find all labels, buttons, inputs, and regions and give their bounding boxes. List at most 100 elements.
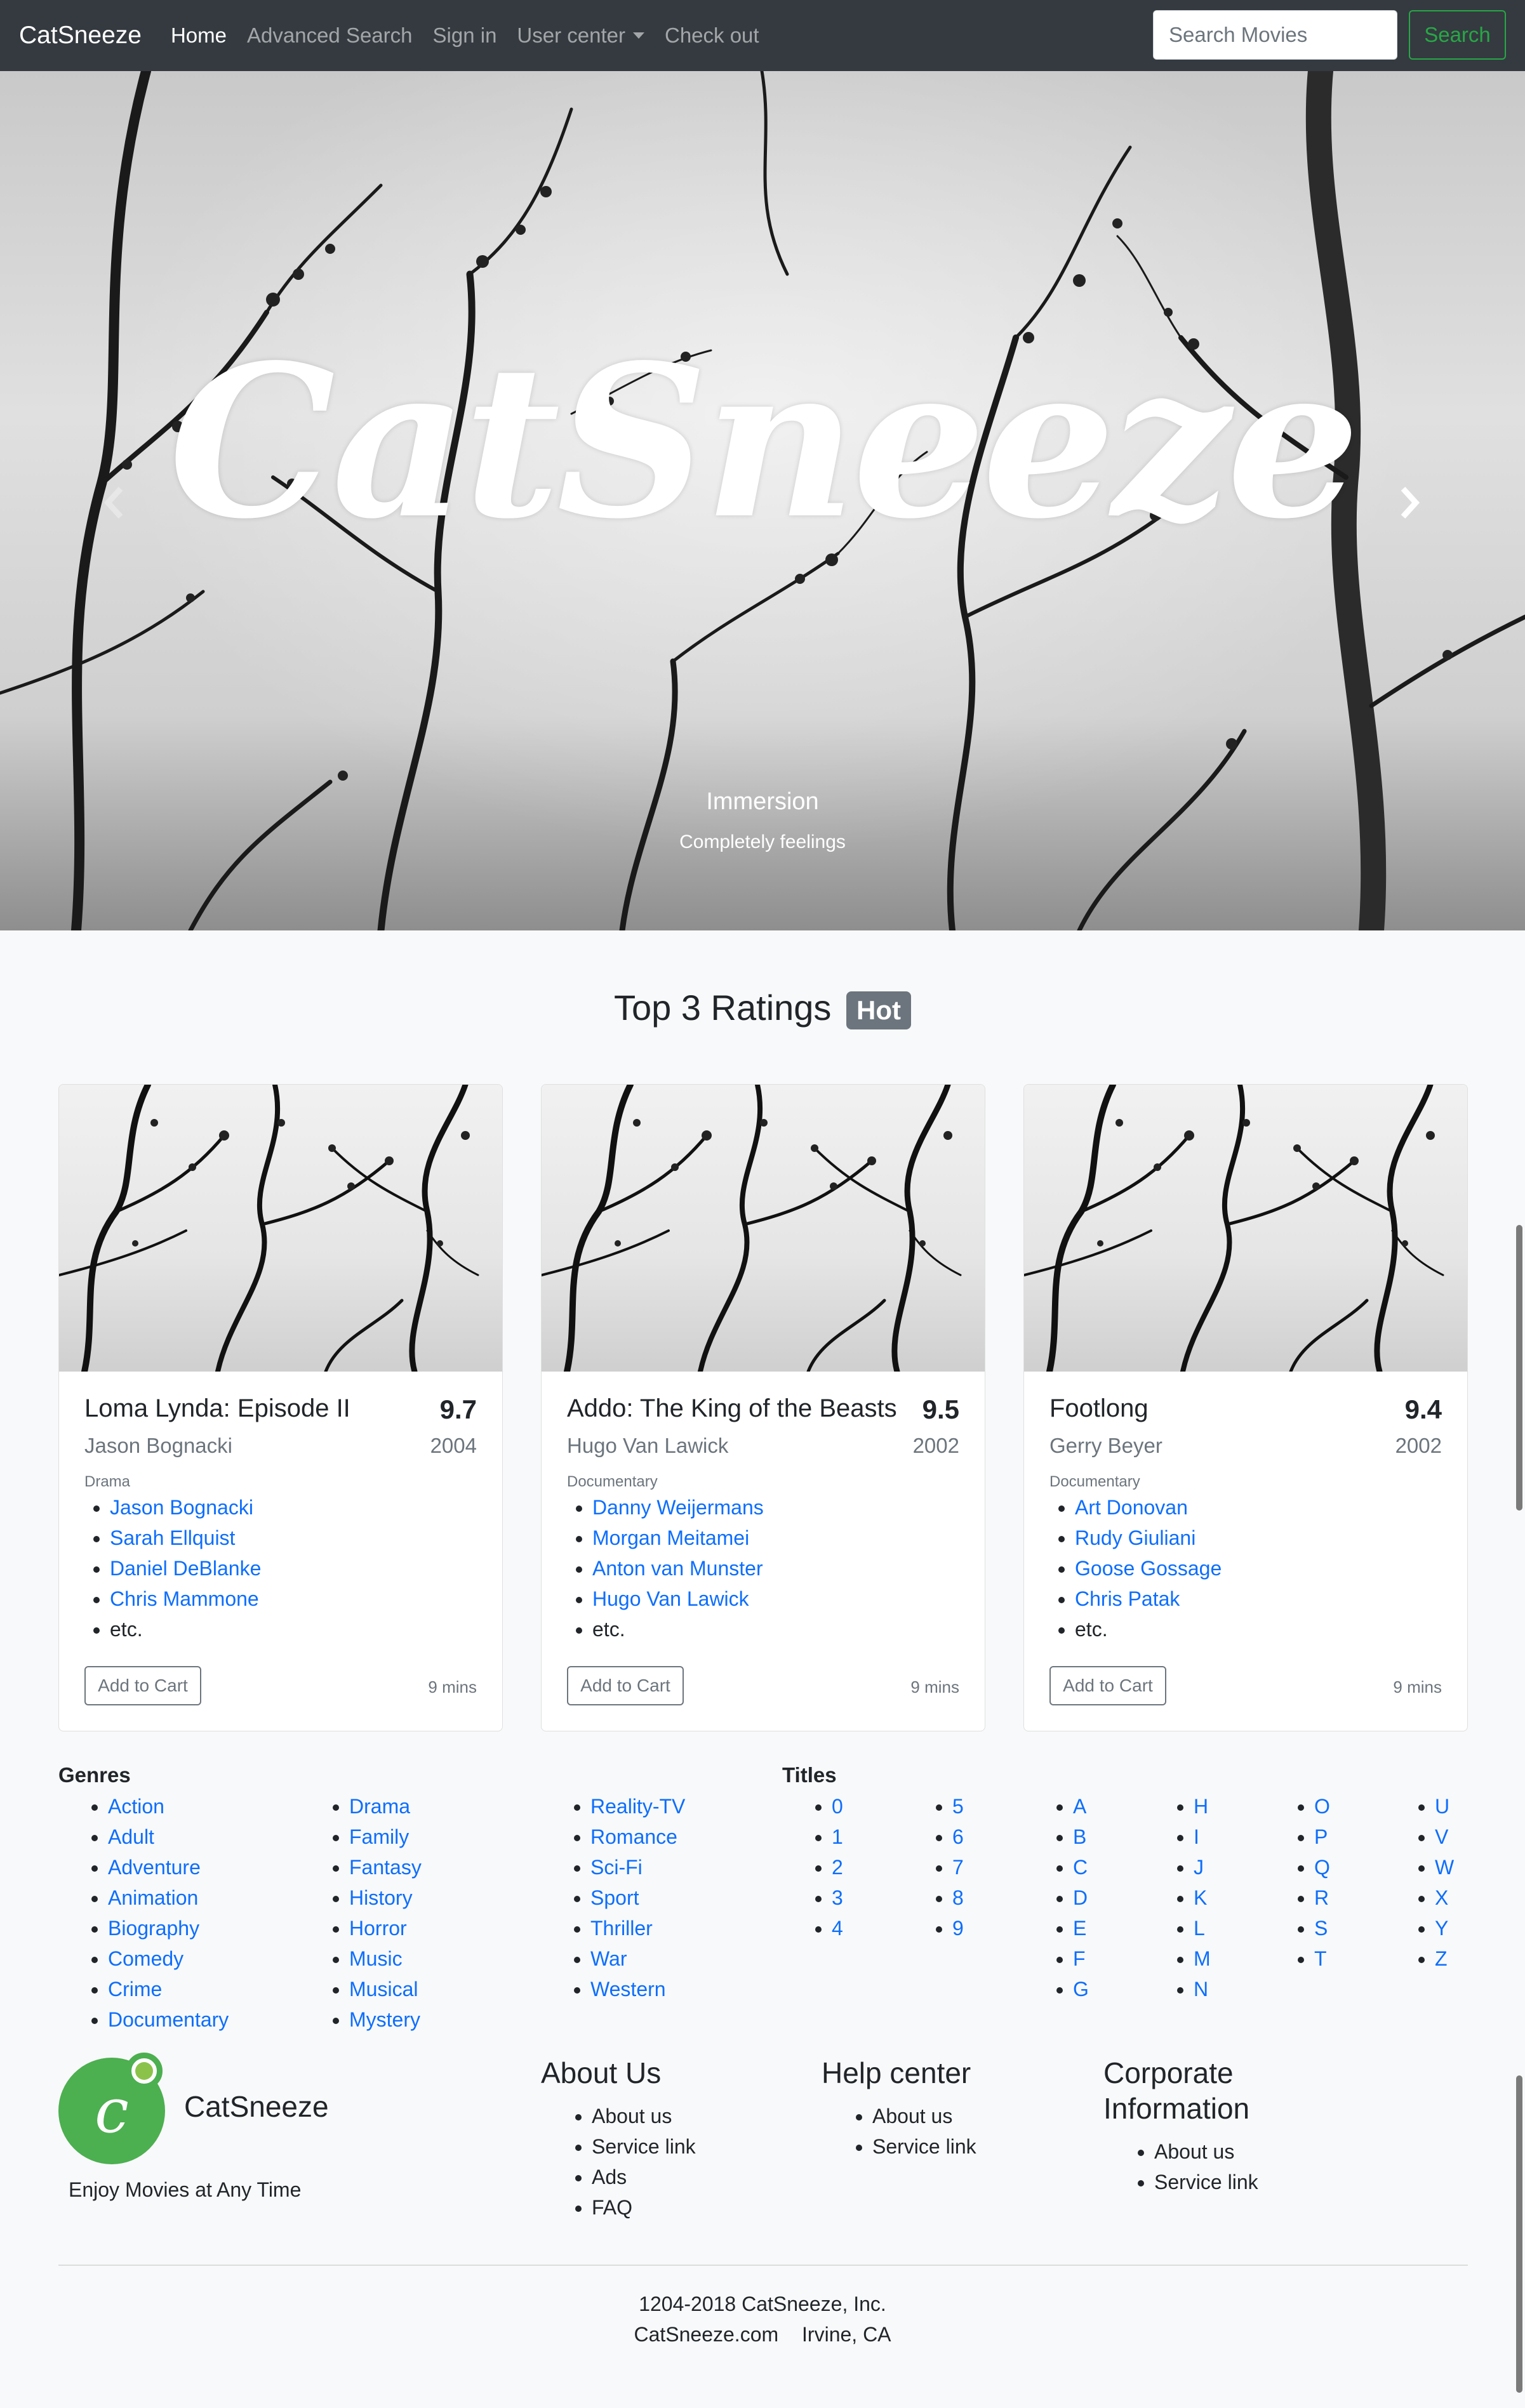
movie-title[interactable]: Addo: The King of the Beasts: [567, 1394, 897, 1423]
title-index-link[interactable]: N: [1194, 1978, 1208, 2001]
movie-title[interactable]: Footlong: [1049, 1394, 1149, 1423]
genre-link[interactable]: Reality-TV: [590, 1795, 685, 1818]
genre-link[interactable]: History: [349, 1886, 413, 1909]
title-index-link[interactable]: J: [1194, 1856, 1204, 1879]
title-index-link[interactable]: 2: [832, 1856, 843, 1879]
title-index-link[interactable]: 0: [832, 1795, 843, 1818]
navbar-brand[interactable]: CatSneeze: [19, 22, 142, 50]
star-link[interactable]: Rudy Giuliani: [1075, 1526, 1195, 1549]
genre-link[interactable]: Family: [349, 1825, 409, 1848]
genre-link[interactable]: Mystery: [349, 2008, 420, 2031]
genre-link[interactable]: Adventure: [108, 1856, 201, 1879]
star-link[interactable]: Chris Mammone: [110, 1587, 259, 1610]
genre-link[interactable]: Action: [108, 1795, 164, 1818]
carousel-prev-button[interactable]: [95, 477, 133, 528]
scrollbar-thumb[interactable]: [1516, 1225, 1522, 1511]
title-index-link[interactable]: 5: [952, 1795, 964, 1818]
title-index-link[interactable]: 9: [952, 1917, 964, 1940]
footer-link[interactable]: About us: [1154, 2136, 1258, 2167]
star-link[interactable]: Danny Weijermans: [592, 1496, 764, 1519]
title-index-link[interactable]: W: [1435, 1856, 1454, 1879]
title-index-link[interactable]: G: [1073, 1978, 1089, 2001]
title-index-link[interactable]: X: [1435, 1886, 1448, 1909]
genre-link[interactable]: Thriller: [590, 1917, 653, 1940]
title-index-link[interactable]: C: [1073, 1856, 1088, 1879]
add-to-cart-button[interactable]: Add to Cart: [84, 1666, 201, 1705]
genre-link[interactable]: Music: [349, 1947, 403, 1970]
footer-link[interactable]: About us: [592, 2101, 696, 2131]
title-index-link[interactable]: E: [1073, 1917, 1086, 1940]
star-link[interactable]: Goose Gossage: [1075, 1557, 1222, 1580]
star-link[interactable]: Daniel DeBlanke: [110, 1557, 261, 1580]
genre-link[interactable]: Documentary: [108, 2008, 229, 2031]
genre-link[interactable]: Horror: [349, 1917, 407, 1940]
star-link[interactable]: Morgan Meitamei: [592, 1526, 749, 1549]
add-to-cart-button[interactable]: Add to Cart: [567, 1666, 684, 1705]
search-button[interactable]: Search: [1409, 10, 1506, 60]
title-index-link[interactable]: L: [1194, 1917, 1205, 1940]
genre-link[interactable]: Fantasy: [349, 1856, 422, 1879]
star-link[interactable]: Hugo Van Lawick: [592, 1587, 749, 1610]
title-index-link[interactable]: R: [1314, 1886, 1329, 1909]
title-index-link[interactable]: I: [1194, 1825, 1199, 1848]
title-index-link[interactable]: Z: [1435, 1947, 1448, 1970]
title-index-link[interactable]: 4: [832, 1917, 843, 1940]
title-index-link[interactable]: O: [1314, 1795, 1330, 1818]
footer-link[interactable]: Service link: [592, 2131, 696, 2162]
title-index-link[interactable]: U: [1435, 1795, 1449, 1818]
title-index-link[interactable]: 1: [832, 1825, 843, 1848]
footer-link[interactable]: Service link: [872, 2131, 976, 2162]
title-index-link[interactable]: D: [1073, 1886, 1088, 1909]
title-index-link[interactable]: T: [1314, 1947, 1327, 1970]
list-item: Chris Patak: [1075, 1584, 1222, 1614]
star-link[interactable]: Chris Patak: [1075, 1587, 1180, 1610]
title-index-link[interactable]: P: [1314, 1825, 1328, 1848]
footer-link[interactable]: About us: [872, 2101, 976, 2131]
title-index-link[interactable]: B: [1073, 1825, 1086, 1848]
genre-link[interactable]: Musical: [349, 1978, 418, 2001]
scrollbar-thumb[interactable]: [1516, 2075, 1522, 2393]
add-to-cart-button[interactable]: Add to Cart: [1049, 1666, 1166, 1705]
list-item: Z: [1435, 1943, 1454, 1974]
star-link[interactable]: Jason Bognacki: [110, 1496, 253, 1519]
star-link[interactable]: Anton van Munster: [592, 1557, 763, 1580]
title-index-link[interactable]: 3: [832, 1886, 843, 1909]
genre-link[interactable]: Comedy: [108, 1947, 183, 1970]
footer-link[interactable]: FAQ: [592, 2192, 696, 2223]
nav-home[interactable]: Home: [171, 23, 227, 48]
search-input[interactable]: [1153, 10, 1397, 60]
star-link[interactable]: Sarah Ellquist: [110, 1526, 235, 1549]
title-index-link[interactable]: 8: [952, 1886, 964, 1909]
title-index-link[interactable]: 7: [952, 1856, 964, 1879]
genre-link[interactable]: Adult: [108, 1825, 154, 1848]
movie-title[interactable]: Loma Lynda: Episode II: [84, 1394, 350, 1423]
nav-check-out[interactable]: Check out: [665, 23, 759, 48]
genre-link[interactable]: Animation: [108, 1886, 198, 1909]
title-index-link[interactable]: V: [1435, 1825, 1448, 1848]
footer-link[interactable]: Ads: [592, 2162, 696, 2192]
genre-link[interactable]: Sci-Fi: [590, 1856, 643, 1879]
genre-link[interactable]: Western: [590, 1978, 666, 2001]
genre-link[interactable]: War: [590, 1947, 627, 1970]
nav-sign-in[interactable]: Sign in: [433, 23, 497, 48]
star-link[interactable]: Art Donovan: [1075, 1496, 1188, 1519]
genre-link[interactable]: Drama: [349, 1795, 410, 1818]
title-index-link[interactable]: A: [1073, 1795, 1086, 1818]
title-index-link[interactable]: S: [1314, 1917, 1328, 1940]
title-index-link[interactable]: 6: [952, 1825, 964, 1848]
genre-link[interactable]: Crime: [108, 1978, 162, 2001]
nav-user-center[interactable]: User center: [517, 23, 644, 48]
genre-link[interactable]: Sport: [590, 1886, 639, 1909]
carousel-next-button[interactable]: [1390, 477, 1428, 528]
title-index-link[interactable]: K: [1194, 1886, 1207, 1909]
title-index-link[interactable]: F: [1073, 1947, 1086, 1970]
title-index-link[interactable]: H: [1194, 1795, 1208, 1818]
genre-link[interactable]: Biography: [108, 1917, 199, 1940]
title-index-link[interactable]: Y: [1435, 1917, 1448, 1940]
footer-link[interactable]: Service link: [1154, 2167, 1258, 2197]
genre-link[interactable]: Romance: [590, 1825, 677, 1848]
title-index-link[interactable]: M: [1194, 1947, 1211, 1970]
nav-advanced-search[interactable]: Advanced Search: [247, 23, 413, 48]
title-index-link[interactable]: Q: [1314, 1856, 1330, 1879]
footer-corporate-heading: Corporate Information: [1103, 2056, 1250, 2125]
